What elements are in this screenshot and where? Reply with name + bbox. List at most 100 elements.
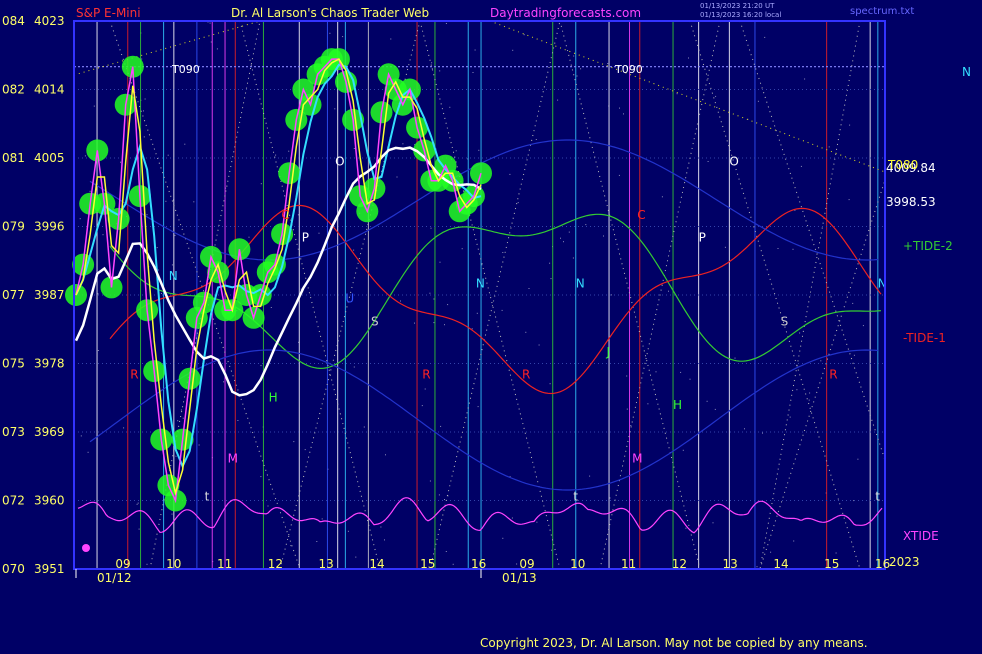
star bbox=[820, 360, 822, 362]
source-file: spectrum.txt bbox=[850, 6, 914, 17]
star bbox=[502, 252, 504, 253]
cycle-marker-n: N bbox=[476, 276, 485, 290]
star bbox=[626, 375, 628, 377]
y-tick-label-right: 3969 bbox=[34, 425, 65, 439]
star bbox=[87, 451, 89, 453]
x-tick-label: 10 bbox=[166, 557, 181, 571]
star bbox=[144, 98, 146, 100]
star bbox=[102, 234, 104, 236]
star bbox=[143, 136, 145, 138]
star bbox=[560, 237, 561, 239]
star bbox=[424, 388, 426, 390]
cycle-marker-h: H bbox=[673, 398, 682, 412]
star bbox=[476, 312, 478, 314]
copyright: Copyright 2023, Dr. Al Larson. May not b… bbox=[480, 636, 868, 650]
y-tick-label-left: 084 bbox=[2, 14, 25, 28]
star bbox=[363, 426, 365, 428]
star bbox=[680, 371, 682, 373]
star bbox=[120, 161, 121, 163]
x-tick-label: 16 bbox=[875, 557, 890, 571]
star bbox=[414, 322, 415, 324]
star bbox=[396, 176, 398, 178]
n-label: N bbox=[962, 65, 971, 79]
cycle-marker-u: U bbox=[345, 292, 354, 306]
star bbox=[209, 22, 211, 24]
star bbox=[297, 214, 299, 216]
star bbox=[452, 563, 454, 565]
star bbox=[400, 300, 401, 302]
y-tick-label-left: 079 bbox=[2, 220, 25, 234]
cycle-marker-r: R bbox=[130, 368, 138, 382]
star bbox=[84, 155, 86, 157]
star bbox=[93, 105, 95, 107]
star bbox=[523, 34, 525, 36]
star bbox=[237, 420, 239, 421]
t080-label: T080 bbox=[887, 158, 918, 172]
cycle-marker-n: N bbox=[576, 276, 585, 290]
star bbox=[216, 48, 218, 50]
star bbox=[589, 475, 591, 477]
t090-label-left: T090 bbox=[171, 63, 200, 76]
y-tick-label-right: 3951 bbox=[34, 562, 65, 576]
x-tick-label: 13 bbox=[319, 557, 334, 571]
star bbox=[438, 494, 440, 496]
star bbox=[136, 503, 138, 505]
star bbox=[385, 454, 386, 456]
cycle-marker-m: M bbox=[228, 451, 238, 465]
star bbox=[764, 36, 766, 38]
star bbox=[97, 293, 99, 295]
star bbox=[715, 95, 717, 97]
star bbox=[630, 425, 632, 426]
star bbox=[682, 449, 684, 451]
star bbox=[275, 154, 277, 156]
star bbox=[390, 38, 392, 40]
x-tick-label: 10 bbox=[570, 557, 585, 571]
star bbox=[676, 93, 678, 95]
star bbox=[430, 227, 432, 229]
star bbox=[756, 566, 758, 568]
star bbox=[223, 381, 225, 383]
cycle-marker-t: t bbox=[875, 490, 880, 504]
site-link[interactable]: Daytradingforecasts.com bbox=[490, 6, 641, 20]
x-tick-label: 11 bbox=[621, 557, 636, 571]
chart-root: CPONUSRRHMtNRNCJMtHOPSRNt 084 4023 082 4014… bbox=[0, 0, 982, 650]
star bbox=[334, 108, 336, 110]
y-tick-label-right: 3996 bbox=[34, 220, 65, 234]
y-tick-label-left: 072 bbox=[2, 494, 25, 508]
cycle-marker-r: R bbox=[422, 368, 430, 382]
y-tick-label-left: 081 bbox=[2, 151, 25, 165]
start-marker bbox=[82, 544, 90, 552]
star bbox=[655, 371, 657, 373]
star bbox=[461, 248, 463, 250]
star bbox=[661, 196, 663, 198]
star bbox=[573, 55, 575, 57]
y-tick-label-right: 4014 bbox=[34, 83, 65, 97]
star bbox=[849, 124, 851, 126]
star bbox=[549, 383, 551, 385]
chart-title: Dr. Al Larson's Chaos Trader Web bbox=[231, 6, 429, 20]
star bbox=[267, 505, 269, 507]
star bbox=[580, 68, 582, 70]
x-date-label: 01/13 bbox=[502, 571, 537, 585]
star bbox=[429, 480, 431, 482]
star bbox=[623, 113, 624, 115]
x-date-label: 01/12 bbox=[97, 571, 132, 585]
star bbox=[402, 143, 404, 145]
star bbox=[353, 366, 355, 368]
star bbox=[182, 417, 184, 419]
star bbox=[852, 302, 854, 304]
star bbox=[862, 325, 864, 327]
star bbox=[380, 526, 382, 528]
star bbox=[734, 357, 736, 359]
star bbox=[304, 449, 306, 451]
cycle-marker-h: H bbox=[269, 391, 278, 405]
tide-minus-label: -TIDE-1 bbox=[903, 331, 946, 345]
star bbox=[762, 432, 763, 434]
star bbox=[549, 262, 551, 264]
star bbox=[293, 441, 295, 443]
cycle-marker-r: R bbox=[522, 368, 530, 382]
x-tick-label: 13 bbox=[723, 557, 738, 571]
star bbox=[316, 541, 318, 542]
star bbox=[146, 563, 148, 565]
star bbox=[141, 58, 143, 60]
